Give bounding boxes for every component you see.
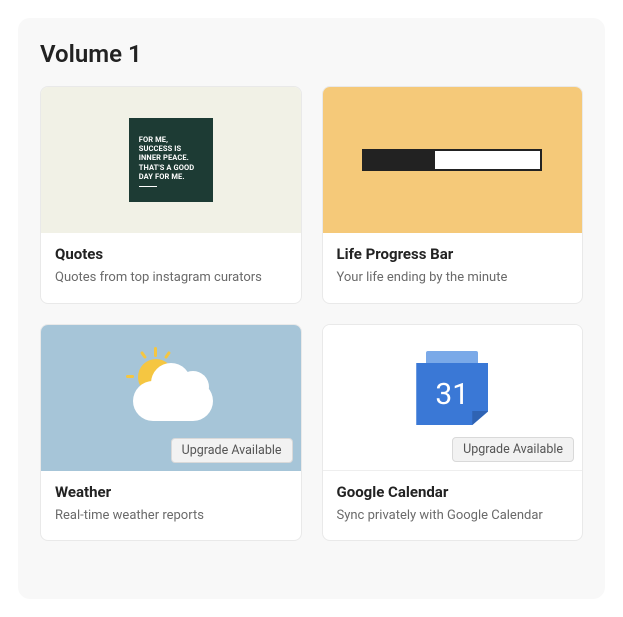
card-desc: Real-time weather reports bbox=[55, 507, 287, 525]
card-quotes-thumb: FOR ME, SUCCESS IS INNER PEACE. THAT'S A… bbox=[41, 87, 301, 233]
card-desc: Quotes from top instagram curators bbox=[55, 269, 287, 287]
card-title: Quotes bbox=[55, 245, 287, 263]
card-calendar-body: Google Calendar Sync privately with Goog… bbox=[323, 471, 583, 541]
quote-icon: FOR ME, SUCCESS IS INNER PEACE. THAT'S A… bbox=[129, 118, 213, 202]
quote-text: FOR ME, SUCCESS IS INNER PEACE. THAT'S A… bbox=[139, 135, 203, 182]
card-calendar-thumb: 31 Upgrade Available bbox=[323, 325, 583, 471]
card-desc: Your life ending by the minute bbox=[337, 269, 569, 287]
progress-bar-icon bbox=[362, 149, 542, 171]
card-progress-thumb bbox=[323, 87, 583, 233]
card-title: Weather bbox=[55, 483, 287, 501]
weather-icon bbox=[111, 353, 231, 443]
upgrade-badge[interactable]: Upgrade Available bbox=[171, 438, 293, 463]
card-grid: FOR ME, SUCCESS IS INNER PEACE. THAT'S A… bbox=[40, 86, 583, 541]
card-progress[interactable]: Life Progress Bar Your life ending by th… bbox=[322, 86, 584, 304]
card-weather-thumb: Upgrade Available bbox=[41, 325, 301, 471]
cloud-icon bbox=[133, 381, 213, 421]
quote-underline-icon bbox=[139, 186, 157, 187]
card-weather[interactable]: Upgrade Available Weather Real-time weat… bbox=[40, 324, 302, 542]
calendar-icon: 31 bbox=[416, 361, 488, 433]
card-progress-body: Life Progress Bar Your life ending by th… bbox=[323, 233, 583, 303]
card-title: Life Progress Bar bbox=[337, 245, 569, 263]
card-calendar[interactable]: 31 Upgrade Available Google Calendar Syn… bbox=[322, 324, 584, 542]
calendar-hanger-icon bbox=[426, 351, 478, 365]
progress-bar-fill-icon bbox=[364, 151, 434, 169]
volume-panel: Volume 1 FOR ME, SUCCESS IS INNER PEACE.… bbox=[18, 18, 605, 599]
section-title: Volume 1 bbox=[40, 40, 583, 68]
card-weather-body: Weather Real-time weather reports bbox=[41, 471, 301, 541]
card-desc: Sync privately with Google Calendar bbox=[337, 507, 569, 525]
card-quotes-body: Quotes Quotes from top instagram curator… bbox=[41, 233, 301, 303]
upgrade-badge[interactable]: Upgrade Available bbox=[452, 437, 574, 462]
card-quotes[interactable]: FOR ME, SUCCESS IS INNER PEACE. THAT'S A… bbox=[40, 86, 302, 304]
card-title: Google Calendar bbox=[337, 483, 569, 501]
